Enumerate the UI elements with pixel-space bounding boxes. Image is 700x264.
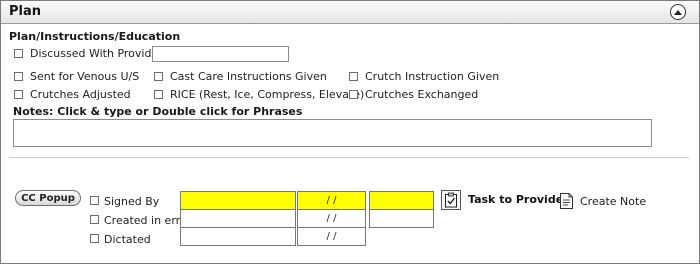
- notes-textarea[interactable]: [13, 119, 652, 147]
- signed-by-name-field[interactable]: [180, 191, 296, 210]
- cc-popup-button[interactable]: CC Popup: [15, 190, 81, 206]
- clipboard-check-icon: [445, 192, 457, 208]
- created-in-error-date-field[interactable]: / /: [297, 209, 366, 228]
- panel-title: Plan: [9, 4, 42, 19]
- created-in-error-checkbox[interactable]: [90, 215, 99, 224]
- crutch-instruction-checkbox[interactable]: [349, 72, 358, 81]
- signed-by-label: Signed By: [104, 195, 160, 208]
- crutches-exchanged-checkbox[interactable]: [349, 90, 358, 99]
- discussed-with-provider-checkbox[interactable]: [14, 49, 23, 58]
- collapse-button[interactable]: [670, 4, 686, 20]
- dictated-label: Dictated: [104, 233, 151, 246]
- plan-panel: Plan Plan/Instructions/Education Discuss…: [0, 0, 700, 264]
- chevron-up-icon: [674, 10, 682, 15]
- task-to-provider-button[interactable]: [441, 190, 461, 210]
- create-note-icon[interactable]: [557, 191, 575, 211]
- discussed-with-provider-input[interactable]: [152, 46, 289, 62]
- crutches-exchanged-label: Crutches Exchanged: [365, 88, 479, 101]
- section-title: Plan/Instructions/Education: [9, 30, 181, 43]
- cast-care-label: Cast Care Instructions Given: [170, 70, 327, 83]
- discussed-with-provider-label: Discussed With Provider:: [30, 47, 167, 60]
- crutches-adjusted-label: Crutches Adjusted: [30, 88, 131, 101]
- create-note-link[interactable]: Create Note: [580, 195, 646, 208]
- signed-by-time-field[interactable]: [369, 191, 434, 210]
- task-to-provider-label[interactable]: Task to Provider: [468, 193, 569, 206]
- cast-care-checkbox[interactable]: [154, 72, 163, 81]
- dictated-checkbox[interactable]: [90, 234, 99, 243]
- sent-for-venous-label: Sent for Venous U/S: [30, 70, 140, 83]
- crutch-instruction-label: Crutch Instruction Given: [365, 70, 500, 83]
- sent-for-venous-checkbox[interactable]: [14, 72, 23, 81]
- dictated-name-field[interactable]: [180, 227, 296, 246]
- signed-by-date-field[interactable]: / /: [297, 191, 366, 210]
- crutches-adjusted-checkbox[interactable]: [14, 90, 23, 99]
- notes-label: Notes: Click & type or Double click for …: [13, 105, 303, 118]
- section-divider: [9, 157, 689, 158]
- created-in-error-time-field[interactable]: [369, 209, 434, 228]
- created-in-error-label: Created in error: [104, 214, 192, 227]
- panel-header: Plan: [1, 1, 699, 24]
- dictated-date-field[interactable]: / /: [297, 227, 366, 246]
- rice-checkbox[interactable]: [154, 90, 163, 99]
- signed-by-checkbox[interactable]: [90, 196, 99, 205]
- created-in-error-name-field[interactable]: [180, 209, 296, 228]
- rice-label: RICE (Rest, Ice, Compress, Elevate): [170, 88, 365, 101]
